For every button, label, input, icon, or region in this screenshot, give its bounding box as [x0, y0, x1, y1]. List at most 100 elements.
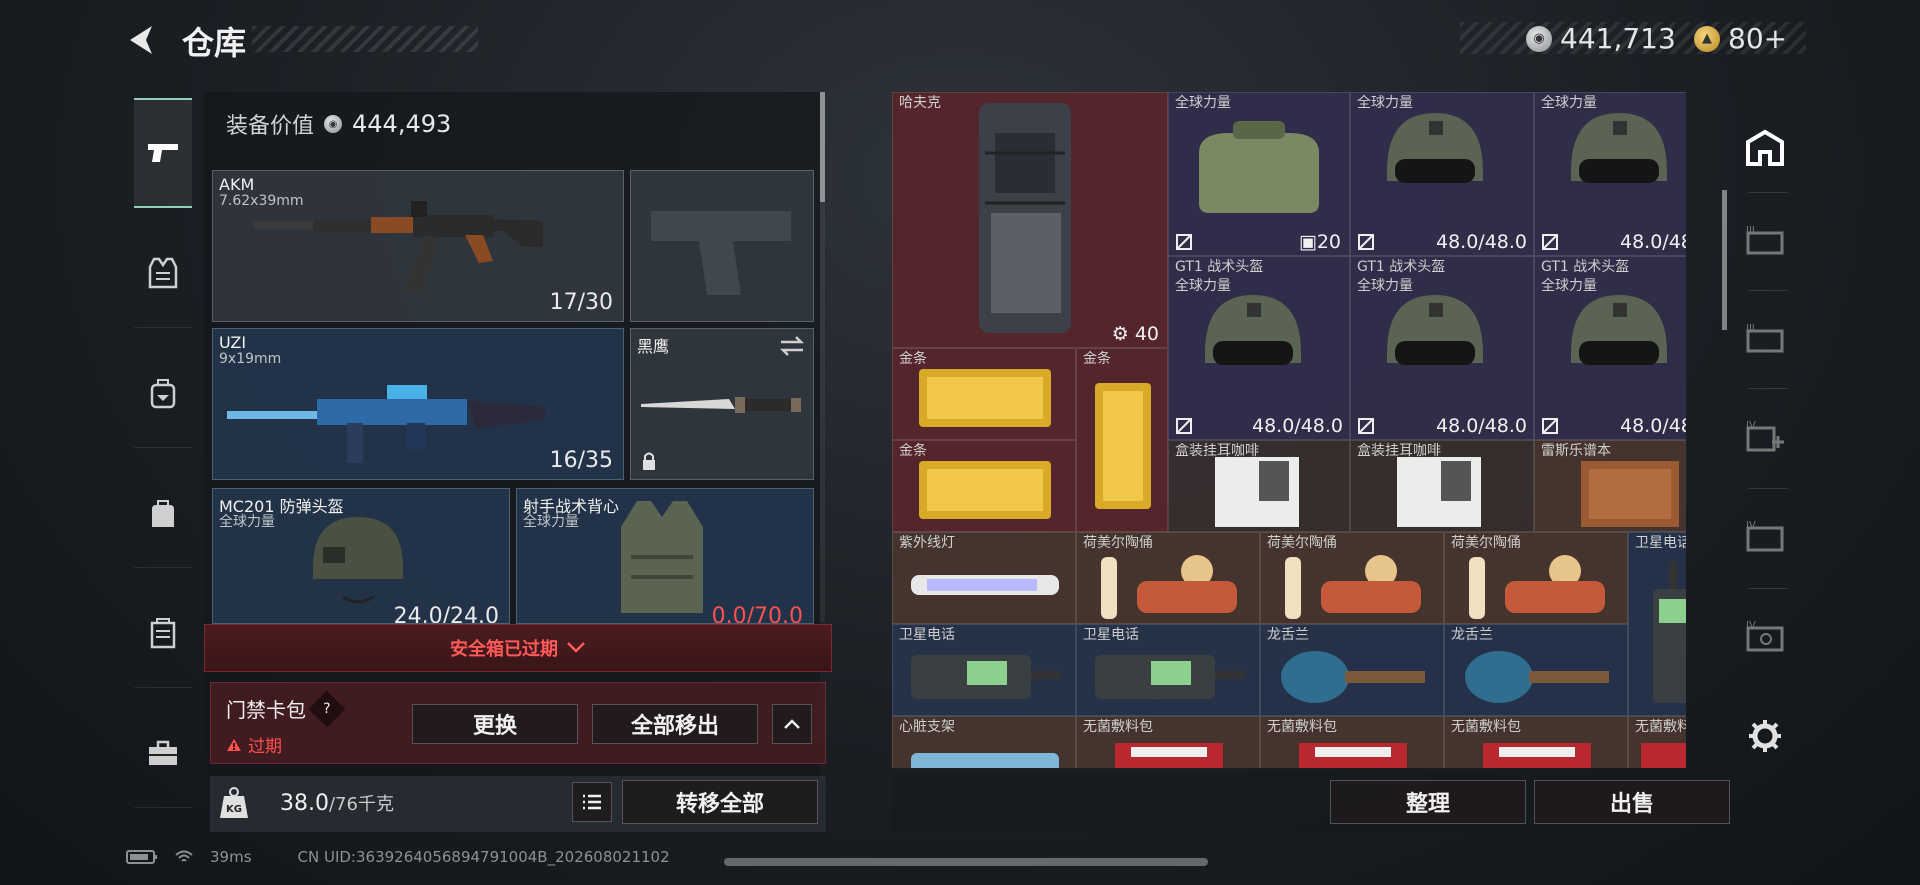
item-durability: 48.0/48.0	[1251, 415, 1343, 437]
replace-button[interactable]: 更换	[412, 704, 578, 744]
armor-slot[interactable]: 射手战术背心 全球力量 0.0/70.0	[516, 488, 814, 624]
sidebar-item-bag[interactable]	[134, 458, 192, 568]
item-name: 无菌敷料包	[1635, 719, 1686, 735]
stash-item[interactable]: GT1 战术头盔 全球力量 48.0/48.0	[1534, 256, 1686, 440]
svg-text:IV: IV	[1746, 520, 1756, 531]
transfer-all-button[interactable]: 转移全部	[622, 780, 818, 824]
stash-item[interactable]: 全球力量 ▣20	[1168, 92, 1350, 256]
gold-currency[interactable]: ▲ 80+	[1694, 22, 1787, 55]
no-insure-icon	[1176, 234, 1192, 250]
sidebar-item-weapons[interactable]	[134, 98, 192, 208]
stash-item[interactable]: GT1 战术头盔 全球力量 48.0/48.0	[1168, 256, 1350, 440]
stash-item[interactable]: GT1 战术头盔 全球力量 48.0/48.0	[1350, 256, 1534, 440]
rail-item-tier3-a[interactable]: III	[1740, 202, 1790, 278]
home-indicator[interactable]	[724, 858, 1208, 866]
stash-grid: 哈夫克 ⚙ 40 全球力量 ▣20 全球力量 48.0/48.0 全球力量 48…	[892, 92, 1686, 768]
sort-button[interactable]: 整理	[1330, 780, 1526, 824]
storage-crate-icon: III	[1746, 323, 1784, 353]
backpack-icon	[150, 378, 176, 408]
coffee-box-icon	[1397, 457, 1481, 527]
stash-item[interactable]: 无菌敷料包	[1628, 716, 1686, 768]
swap-icon[interactable]	[779, 335, 805, 357]
item-durability: 48.0/48.0	[1619, 231, 1686, 253]
sidebar-item-toolbox[interactable]	[134, 698, 192, 808]
pistol-placeholder-icon	[651, 211, 791, 295]
sidebar-item-backpack[interactable]	[134, 338, 192, 448]
sidebar-item-case[interactable]	[134, 578, 192, 688]
stash-item[interactable]: 卫星电话	[1628, 532, 1686, 716]
tactical-helmet-icon	[1571, 295, 1667, 365]
rail-item-tier4-a[interactable]: IV	[1740, 398, 1790, 474]
stash-item[interactable]: 紫外线灯	[892, 532, 1076, 624]
weight-display: 38.0/76千克	[280, 790, 394, 816]
no-insure-icon	[1542, 418, 1558, 434]
collapse-button[interactable]	[772, 704, 812, 744]
max-weight: /76千克	[328, 794, 394, 815]
dressing-pack-icon	[1641, 743, 1686, 768]
pistol-slot[interactable]	[630, 170, 814, 322]
stash-item[interactable]: 卫星电话	[1076, 624, 1260, 716]
no-insure-icon	[1358, 418, 1374, 434]
stash-item[interactable]: 无菌敷料包	[1076, 716, 1260, 768]
uv-lamp-icon	[911, 575, 1059, 595]
settings-button[interactable]	[1740, 708, 1790, 764]
heart-stent-icon	[911, 753, 1059, 768]
help-icon[interactable]: ?	[308, 690, 346, 727]
duffel-bag-icon	[1199, 121, 1319, 213]
stash-item[interactable]: 无菌敷料包	[1260, 716, 1444, 768]
secondary-weapon-slot[interactable]: UZI 9x19mm 16/35	[212, 328, 624, 480]
stash-item[interactable]: 全球力量 48.0/48.0	[1534, 92, 1686, 256]
melee-slot[interactable]: 黑鹰	[630, 328, 814, 480]
warning-icon	[227, 738, 241, 751]
stash-scrollbar-thumb[interactable]	[1722, 190, 1727, 330]
safebox-expired-banner[interactable]: 安全箱已过期	[204, 624, 832, 672]
stash-item[interactable]: 荷美尔陶俑	[1076, 532, 1260, 624]
stash-item[interactable]: 金条	[1076, 348, 1168, 532]
dressing-pack-icon	[1299, 743, 1407, 768]
stash-item[interactable]: 全球力量 48.0/48.0	[1350, 92, 1534, 256]
primary-weapon-slot[interactable]: AKM 7.62x39mm 17/30	[212, 170, 624, 322]
armor-durability: 0.0/70.0	[711, 604, 803, 624]
stash-item[interactable]: 荷美尔陶俑	[1260, 532, 1444, 624]
rail-item-tier3-b[interactable]: III	[1740, 300, 1790, 376]
stash-item[interactable]: 卫星电话	[892, 624, 1076, 716]
stash-item[interactable]: 盒装挂耳咖啡	[1168, 440, 1350, 532]
loadout-scrollbar-thumb[interactable]	[820, 92, 825, 202]
stash-item[interactable]: 无菌敷料包	[1444, 716, 1628, 768]
card-pack-status-text: 过期	[248, 737, 282, 757]
stash-item[interactable]: 金条	[892, 348, 1076, 440]
sidebar-item-vest[interactable]	[134, 218, 192, 328]
item-name: GT1 战术头盔	[1541, 259, 1630, 275]
dressing-pack-icon	[1115, 743, 1223, 768]
back-arrow-icon[interactable]	[122, 20, 162, 60]
ammo-count: 16/35	[549, 448, 613, 473]
bag-icon	[152, 499, 174, 527]
stash-item[interactable]: 哈夫克 ⚙ 40	[892, 92, 1168, 348]
rail-item-tier4-b[interactable]: IV	[1740, 498, 1790, 574]
coffee-box-icon	[1215, 457, 1299, 527]
rail-item-tier4-c[interactable]: IV	[1740, 598, 1790, 674]
chevron-down-icon	[567, 642, 585, 653]
satellite-phone-icon	[911, 655, 1061, 699]
akm-rifle-icon	[253, 201, 543, 295]
battery-icon	[126, 850, 157, 864]
helmet-faction: 全球力量	[219, 514, 275, 530]
stash-item[interactable]: 盒装挂耳咖啡	[1350, 440, 1534, 532]
stash-item[interactable]: 荷美尔陶俑	[1444, 532, 1628, 624]
no-insure-icon	[1176, 418, 1192, 434]
stash-item[interactable]: 龙舌兰	[1444, 624, 1628, 716]
rail-item-home[interactable]	[1740, 110, 1790, 186]
stash-item[interactable]: 雷斯乐谱本	[1534, 440, 1686, 532]
equipment-value-label: 装备价值	[226, 114, 315, 139]
stash-item[interactable]: 龙舌兰	[1260, 624, 1444, 716]
helmet-slot[interactable]: MC201 防弹头盔 全球力量 24.0/24.0	[212, 488, 510, 624]
safebox-expired-text: 安全箱已过期	[450, 639, 558, 660]
sell-button[interactable]: 出售	[1534, 780, 1730, 824]
gold-bar-icon	[1095, 383, 1151, 509]
item-durability: 48.0/48.0	[1435, 231, 1527, 253]
silver-coin-icon: ◉	[324, 115, 343, 133]
stash-item[interactable]: 金条	[892, 440, 1076, 532]
remove-all-button[interactable]: 全部移出	[592, 704, 758, 744]
list-view-button[interactable]	[572, 782, 612, 822]
stash-item[interactable]: 心脏支架	[892, 716, 1076, 768]
